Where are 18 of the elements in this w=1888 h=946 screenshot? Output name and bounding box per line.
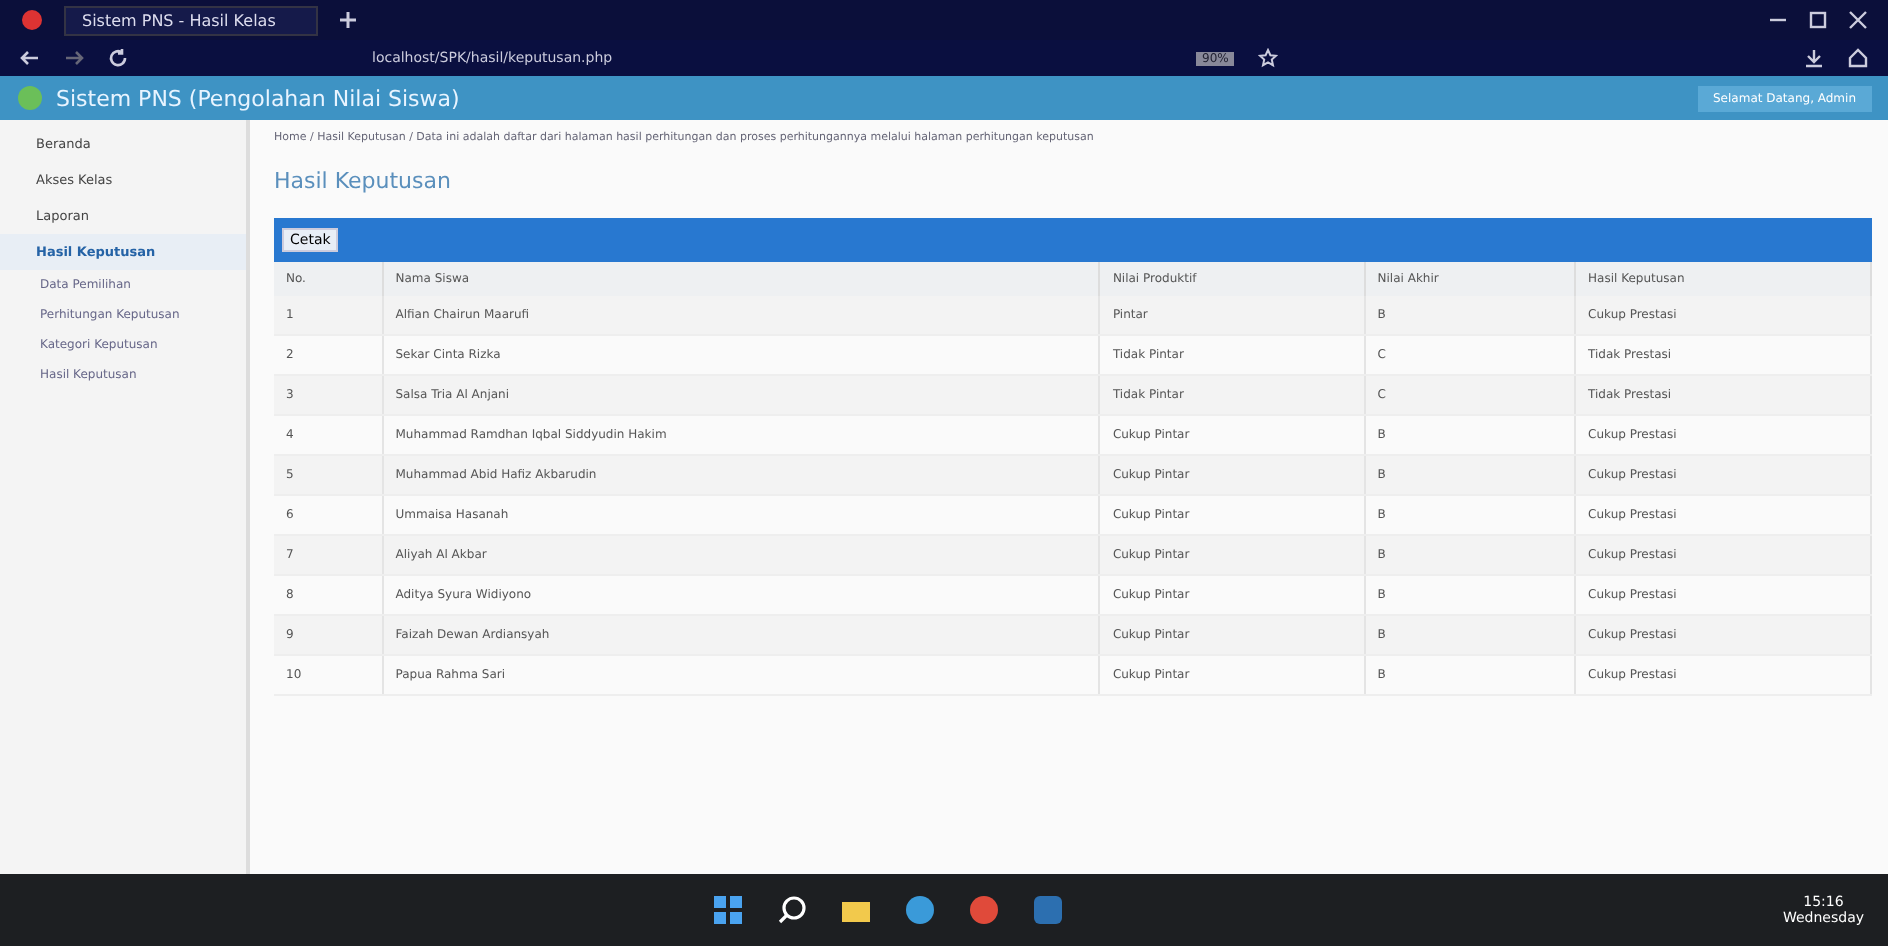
close-icon[interactable] [1848,10,1868,30]
new-tab-icon[interactable] [337,10,358,30]
browser-logo-icon[interactable] [20,8,44,32]
app-logo-icon [16,84,44,112]
download-icon[interactable] [1804,48,1824,68]
forward-icon[interactable] [64,48,84,68]
square-app-icon[interactable] [1031,894,1064,926]
app-title: Sistem PNS (Pengolahan Nilai Siswa) [56,85,460,111]
page-heading: Hasil Keputusan [274,168,453,198]
search-icon[interactable] [775,894,808,926]
back-icon[interactable] [20,48,40,68]
start-icon[interactable] [711,894,744,926]
star-icon[interactable] [1258,48,1279,68]
home-icon[interactable] [1848,48,1868,68]
circle-app-icon[interactable] [967,894,1000,926]
reload-icon[interactable] [108,48,128,68]
maximize-icon[interactable] [1808,10,1828,30]
browser-tab[interactable]: Sistem PNS - Hasil Kelas [64,5,318,35]
